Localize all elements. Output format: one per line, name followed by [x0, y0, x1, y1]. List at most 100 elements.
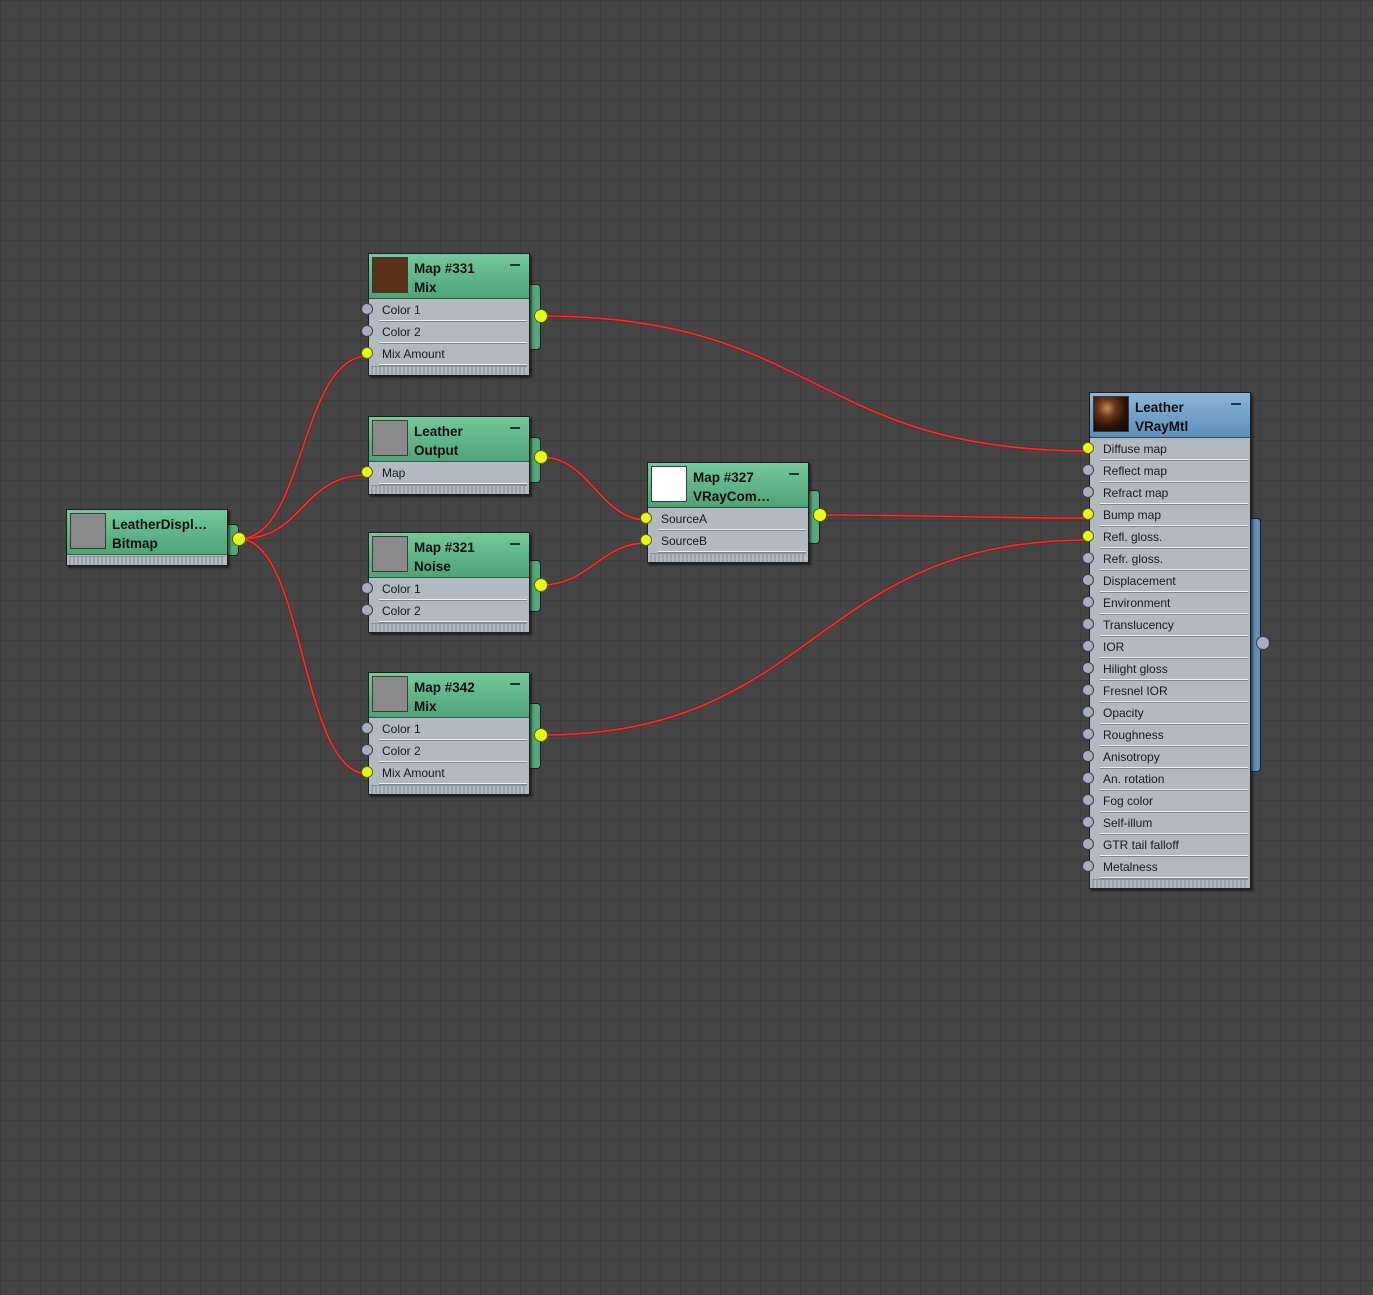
input-port[interactable]: [361, 766, 373, 778]
input-port[interactable]: [1082, 574, 1094, 586]
node-header[interactable]: Leather VRayMtl: [1090, 393, 1250, 438]
input-port[interactable]: [1082, 838, 1094, 850]
input-port[interactable]: [361, 347, 373, 359]
input-port[interactable]: [361, 466, 373, 478]
slot-diffuse-map[interactable]: Diffuse map: [1082, 438, 1248, 460]
slot-label: SourceB: [661, 534, 708, 548]
slot-sourcea[interactable]: SourceA: [640, 508, 806, 530]
slot-color-1[interactable]: Color 1: [361, 718, 527, 740]
input-port[interactable]: [361, 604, 373, 616]
resize-grip[interactable]: [650, 553, 806, 562]
node-bitmap[interactable]: LeatherDispl… Bitmap: [66, 509, 228, 566]
input-port[interactable]: [361, 722, 373, 734]
input-port[interactable]: [361, 325, 373, 337]
input-port[interactable]: [1082, 728, 1094, 740]
slot-fog-color[interactable]: Fog color: [1082, 790, 1248, 812]
input-port[interactable]: [1082, 552, 1094, 564]
slot-color-1[interactable]: Color 1: [361, 578, 527, 600]
slot-roughness[interactable]: Roughness: [1082, 724, 1248, 746]
node-map-327-vraycomp[interactable]: Map #327 VRayCom… SourceA SourceB: [640, 462, 809, 563]
output-port[interactable]: [813, 508, 827, 522]
slot-environment[interactable]: Environment: [1082, 592, 1248, 614]
slot-color-2[interactable]: Color 2: [361, 600, 527, 622]
resize-grip[interactable]: [371, 785, 527, 794]
slot-map[interactable]: Map: [361, 462, 527, 484]
material-output-port[interactable]: [1256, 636, 1270, 650]
resize-grip[interactable]: [371, 623, 527, 632]
node-map-331-mix[interactable]: Map #331 Mix Color 1 Color 2 Mix Amount: [361, 253, 530, 376]
slot-color-2[interactable]: Color 2: [361, 740, 527, 762]
input-port[interactable]: [1082, 794, 1094, 806]
collapse-icon[interactable]: [510, 683, 520, 685]
slot-bump-map[interactable]: Bump map: [1082, 504, 1248, 526]
slot-mix-amount[interactable]: Mix Amount: [361, 762, 527, 784]
output-port[interactable]: [232, 532, 246, 546]
input-port[interactable]: [1082, 442, 1094, 454]
input-port[interactable]: [1082, 640, 1094, 652]
node-leather-vraymtl[interactable]: Leather VRayMtl Diffuse map Reflect map Refr…: [1082, 392, 1251, 889]
collapse-icon[interactable]: [510, 427, 520, 429]
input-port[interactable]: [1082, 530, 1094, 542]
node-leather-output[interactable]: Leather Output Map: [361, 416, 530, 495]
input-port[interactable]: [1082, 772, 1094, 784]
input-port[interactable]: [361, 582, 373, 594]
output-port[interactable]: [534, 309, 548, 323]
input-port[interactable]: [361, 744, 373, 756]
node-header[interactable]: Leather Output: [369, 417, 529, 462]
input-port[interactable]: [1082, 508, 1094, 520]
slot-hilight-gloss[interactable]: Hilight gloss: [1082, 658, 1248, 680]
resize-grip[interactable]: [371, 485, 527, 494]
slot-reflect-map[interactable]: Reflect map: [1082, 460, 1248, 482]
output-port[interactable]: [534, 728, 548, 742]
slot-refl-gloss[interactable]: Refl. gloss.: [1082, 526, 1248, 548]
node-map-342-mix[interactable]: Map #342 Mix Color 1 Color 2 Mix Amount: [361, 672, 530, 795]
input-port[interactable]: [1082, 486, 1094, 498]
input-port[interactable]: [361, 303, 373, 315]
collapse-icon[interactable]: [789, 473, 799, 475]
slot-anisotropy[interactable]: Anisotropy: [1082, 746, 1248, 768]
slot-refract-map[interactable]: Refract map: [1082, 482, 1248, 504]
slot-gtr-tail-falloff[interactable]: GTR tail falloff: [1082, 834, 1248, 856]
slot-opacity[interactable]: Opacity: [1082, 702, 1248, 724]
slot-color-2[interactable]: Color 2: [361, 321, 527, 343]
slot-translucency[interactable]: Translucency: [1082, 614, 1248, 636]
thumbnail: [372, 676, 408, 712]
input-port[interactable]: [1082, 596, 1094, 608]
resize-grip[interactable]: [1092, 879, 1248, 888]
node-header[interactable]: Map #342 Mix: [369, 673, 529, 718]
input-port[interactable]: [1082, 706, 1094, 718]
input-port[interactable]: [1082, 618, 1094, 630]
resize-grip[interactable]: [371, 366, 527, 375]
resize-grip[interactable]: [69, 556, 225, 565]
input-port[interactable]: [1082, 816, 1094, 828]
slot-label: Refr. gloss.: [1103, 552, 1164, 566]
input-port[interactable]: [1082, 662, 1094, 674]
collapse-icon[interactable]: [510, 264, 520, 266]
input-port[interactable]: [640, 534, 652, 546]
slot-color-1[interactable]: Color 1: [361, 299, 527, 321]
collapse-icon[interactable]: [510, 543, 520, 545]
slot-self-illum[interactable]: Self-illum: [1082, 812, 1248, 834]
slot-fresnel-ior[interactable]: Fresnel IOR: [1082, 680, 1248, 702]
node-header[interactable]: Map #327 VRayCom…: [648, 463, 808, 508]
node-map-321-noise[interactable]: Map #321 Noise Color 1 Color 2: [361, 532, 530, 633]
slot-label: Diffuse map: [1103, 442, 1167, 456]
node-header[interactable]: LeatherDispl… Bitmap: [67, 510, 227, 555]
slot-sourceb[interactable]: SourceB: [640, 530, 806, 552]
node-header[interactable]: Map #331 Mix: [369, 254, 529, 299]
node-header[interactable]: Map #321 Noise: [369, 533, 529, 578]
slot-metalness[interactable]: Metalness: [1082, 856, 1248, 878]
collapse-icon[interactable]: [1231, 403, 1241, 405]
input-port[interactable]: [1082, 750, 1094, 762]
slot-displacement[interactable]: Displacement: [1082, 570, 1248, 592]
input-port[interactable]: [1082, 684, 1094, 696]
output-port[interactable]: [534, 578, 548, 592]
slot-mix-amount[interactable]: Mix Amount: [361, 343, 527, 365]
slot-ior[interactable]: IOR: [1082, 636, 1248, 658]
input-port[interactable]: [640, 512, 652, 524]
input-port[interactable]: [1082, 464, 1094, 476]
input-port[interactable]: [1082, 860, 1094, 872]
slot-refr-gloss[interactable]: Refr. gloss.: [1082, 548, 1248, 570]
slot-an-rotation[interactable]: An. rotation: [1082, 768, 1248, 790]
output-port[interactable]: [534, 450, 548, 464]
